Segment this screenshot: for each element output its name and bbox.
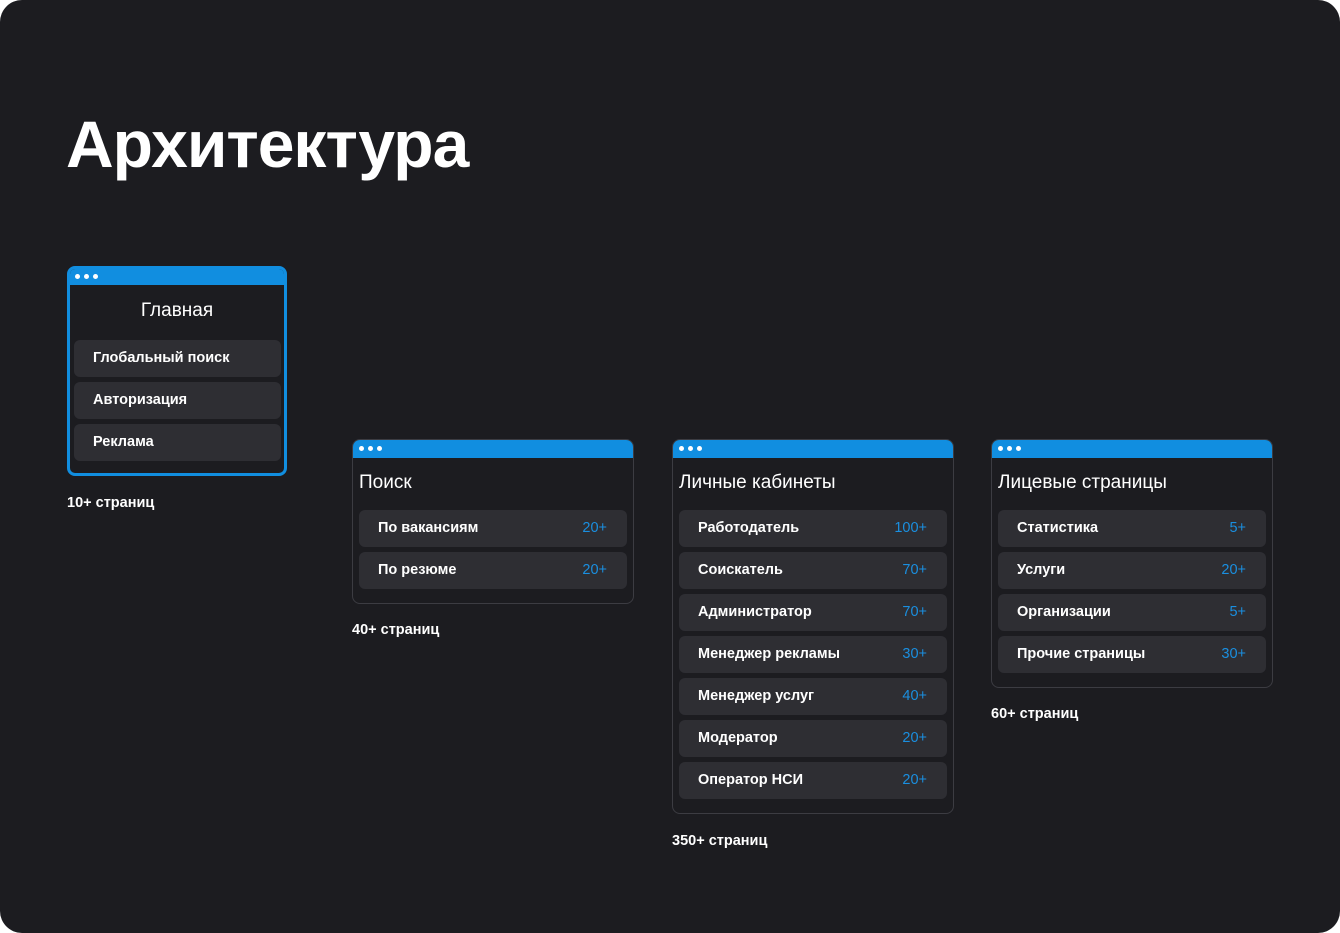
- card-caption: 60+ страниц: [991, 706, 1079, 722]
- window-dot-icon: [359, 446, 364, 451]
- window-dot-icon: [1016, 446, 1021, 451]
- window-bar: [673, 440, 953, 458]
- list-item: По резюме 20+: [359, 552, 627, 589]
- card-title: Личные кабинеты: [679, 472, 836, 493]
- window-dot-icon: [679, 446, 684, 451]
- card-search: Поиск По вакансиям 20+ По резюме 20+: [352, 439, 634, 604]
- page-count: 20+: [582, 520, 607, 536]
- window-dot-icon: [688, 446, 693, 451]
- list-item-label: Оператор НСИ: [698, 772, 804, 788]
- list-item-label: Организации: [1017, 604, 1111, 620]
- list-item-label: Администратор: [698, 604, 812, 620]
- list-item-label: Менеджер услуг: [698, 688, 815, 704]
- window-dot-icon: [1007, 446, 1012, 451]
- list-item-label: По вакансиям: [378, 520, 479, 536]
- page-title: Архитектура: [66, 107, 469, 181]
- list-item: Статистика 5+: [998, 510, 1266, 547]
- page-count: 30+: [1221, 646, 1246, 662]
- list-item-label: Глобальный поиск: [93, 350, 230, 366]
- list-item-label: Реклама: [93, 434, 154, 450]
- list-item: Организации 5+: [998, 594, 1266, 631]
- list-item: Модератор 20+: [679, 720, 947, 757]
- page-count: 70+: [902, 604, 927, 620]
- page-count: 100+: [894, 520, 927, 536]
- window-dot-icon: [84, 274, 89, 279]
- window-bar: [992, 440, 1272, 458]
- window-dot-icon: [93, 274, 98, 279]
- list-item: Услуги 20+: [998, 552, 1266, 589]
- list-item-label: Услуги: [1017, 562, 1066, 578]
- card-main: Главная Глобальный поиск Авторизация Рек…: [67, 266, 287, 476]
- page-count: 20+: [1221, 562, 1246, 578]
- window-dot-icon: [75, 274, 80, 279]
- list-item: Работодатель 100+: [679, 510, 947, 547]
- list-item-label: Работодатель: [698, 520, 800, 536]
- window-dot-icon: [697, 446, 702, 451]
- list-item: Глобальный поиск: [74, 340, 281, 377]
- card-caption: 350+ страниц: [672, 833, 768, 849]
- list-item: Прочие страницы 30+: [998, 636, 1266, 673]
- card-title: Главная: [140, 300, 214, 321]
- card-title: Поиск: [359, 472, 412, 493]
- list-item-label: Статистика: [1017, 520, 1099, 536]
- card-public-pages: Лицевые страницы Статистика 5+ Услуги 20…: [991, 439, 1273, 688]
- list-item: По вакансиям 20+: [359, 510, 627, 547]
- list-item: Менеджер услуг 40+: [679, 678, 947, 715]
- list-item-label: Менеджер рекламы: [698, 646, 840, 662]
- card-caption: 40+ страниц: [352, 622, 440, 638]
- card-cabinets: Личные кабинеты Работодатель 100+ Соиска…: [672, 439, 954, 814]
- page-count: 70+: [902, 562, 927, 578]
- page-count: 20+: [902, 772, 927, 788]
- page-count: 20+: [902, 730, 927, 746]
- list-item: Соискатель 70+: [679, 552, 947, 589]
- window-bar: [353, 440, 633, 458]
- list-item: Оператор НСИ 20+: [679, 762, 947, 799]
- card-title: Лицевые страницы: [998, 472, 1167, 493]
- list-item: Администратор 70+: [679, 594, 947, 631]
- architecture-canvas: Архитектура Главная Глобальный поиск Авт…: [0, 0, 1340, 933]
- list-item-label: По резюме: [378, 562, 457, 578]
- page-count: 30+: [902, 646, 927, 662]
- page-count: 5+: [1229, 520, 1246, 536]
- card-caption: 10+ страниц: [67, 495, 155, 511]
- page-count: 5+: [1229, 604, 1246, 620]
- list-item-label: Соискатель: [698, 562, 783, 578]
- list-item-label: Модератор: [698, 730, 778, 746]
- page-count: 40+: [902, 688, 927, 704]
- list-item: Авторизация: [74, 382, 281, 419]
- list-item: Реклама: [74, 424, 281, 461]
- list-item: Менеджер рекламы 30+: [679, 636, 947, 673]
- page-count: 20+: [582, 562, 607, 578]
- window-dot-icon: [368, 446, 373, 451]
- list-item-label: Прочие страницы: [1017, 646, 1146, 662]
- window-dot-icon: [998, 446, 1003, 451]
- window-bar: [70, 269, 284, 285]
- list-item-label: Авторизация: [93, 392, 188, 408]
- window-dot-icon: [377, 446, 382, 451]
